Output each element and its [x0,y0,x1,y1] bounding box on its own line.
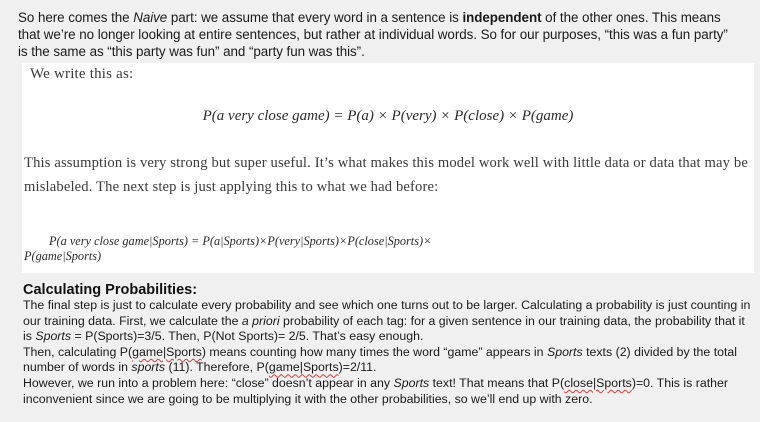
excerpt-lead: We write this as: [30,66,134,82]
equation-conditional-line1: P(a very close game|Sports) = P(a|Sports… [49,234,432,248]
text-run: text! That means that P( [429,375,565,390]
intro-text: part: we assume that every word in a sen… [167,10,463,25]
intro-text: So here comes the [18,10,134,25]
text-run: ) means counting how many times the word… [201,344,547,359]
sports-emphasis: Sports [546,344,583,359]
spellcheck-underline: game|Sports [268,360,339,375]
paragraph-priors: The final step is just to calculate ever… [23,298,753,345]
equation-independence: P(a very close game) = P(a) × P(very) × … [202,108,574,124]
text-run: However, we run into a problem here: “cl… [23,375,394,390]
sports-emphasis: sports [131,360,166,375]
text-run: Then, calculating P( [23,344,133,359]
spellcheck-underline: close|Sports [564,375,632,390]
text-run: = P(Sports)=3/5. Then, P(Not Sports)= 2/… [71,329,424,344]
a-priori-emphasis: a priori [241,313,280,328]
section-body: The final step is just to calculate ever… [23,298,753,407]
naive-emphasis: Naive [133,10,168,25]
intro-paragraph: So here comes the Naive part: we assume … [18,9,740,60]
paragraph-zero-problem: However, we run into a problem here: “cl… [23,376,753,407]
quoted-excerpt: We write this as: P(a very close game) =… [22,63,754,273]
sports-emphasis: Sports [393,375,430,390]
text-run: )=2/11. [338,360,377,375]
text-run: (11). Therefore, P( [165,360,269,375]
sports-emphasis: Sports [35,329,72,344]
spellcheck-underline: game|Sports [132,344,202,359]
section-heading: Calculating Probabilities: [23,282,198,298]
paragraph-likelihood: Then, calculating P(game|Sports) means c… [23,345,753,376]
equation-conditional-line2: P(game|Sports) [24,249,102,263]
independent-emphasis: independent [462,10,542,25]
assumption-paragraph: This assumption is very strong but super… [24,155,748,195]
